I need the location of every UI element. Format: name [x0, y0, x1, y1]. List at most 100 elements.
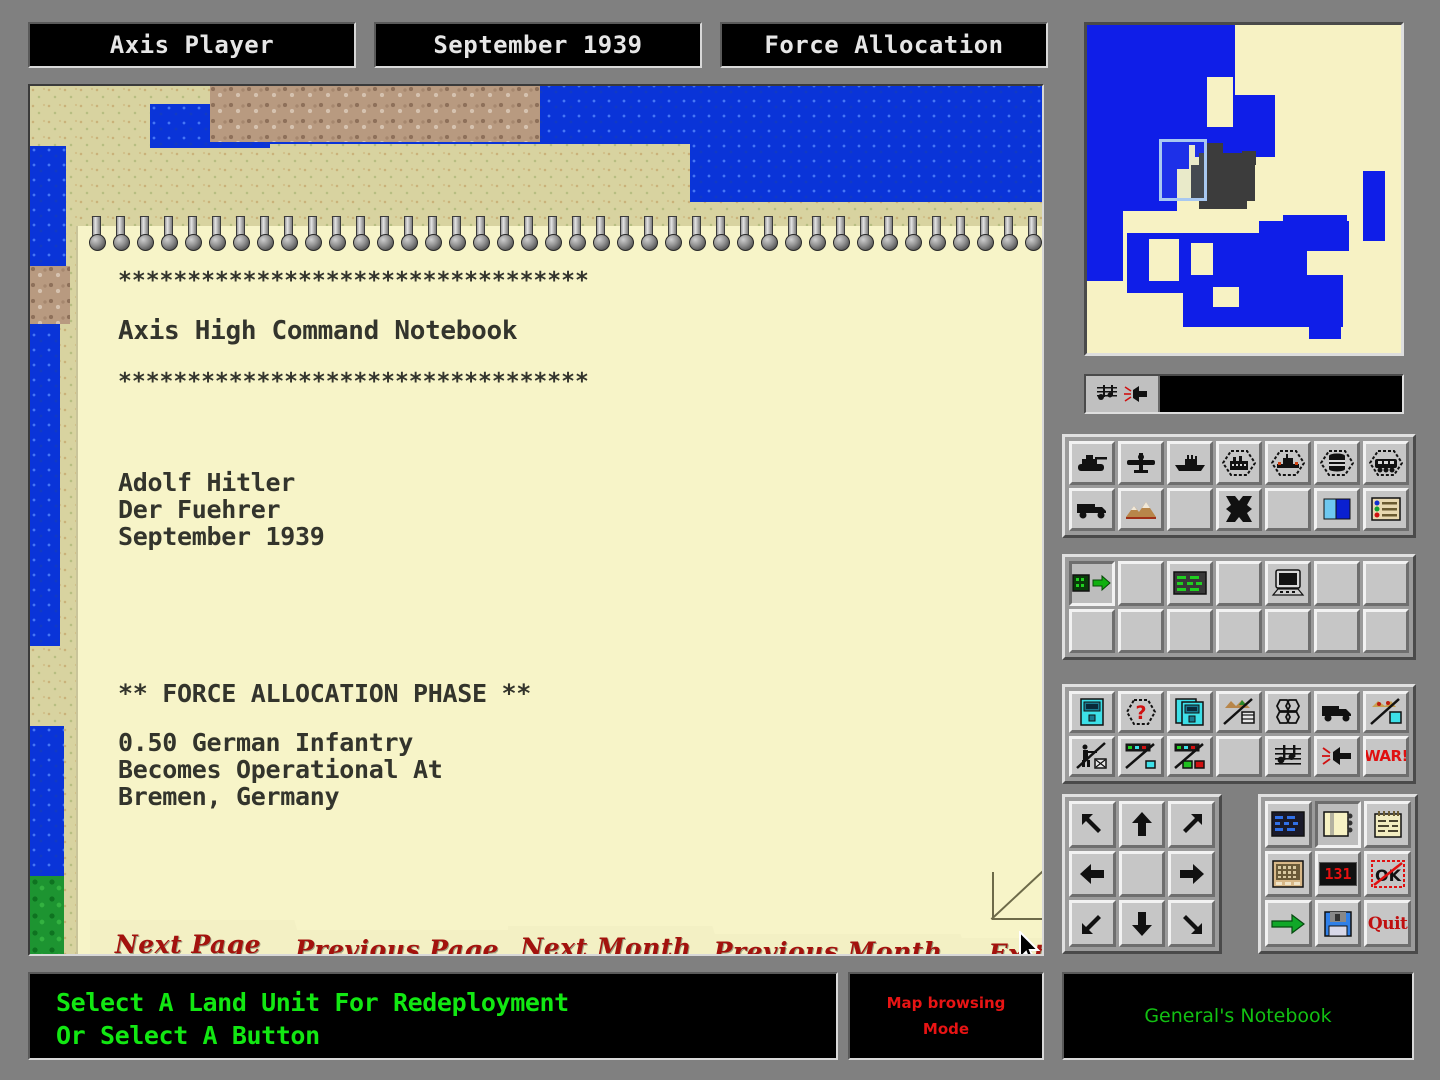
ship-icon[interactable]	[1167, 441, 1213, 485]
no-infantry-icon[interactable]	[1069, 736, 1115, 778]
notebook-rule-bottom: **********************************	[118, 367, 1016, 397]
war-button[interactable]: WAR!	[1363, 736, 1409, 778]
empty-cell	[1167, 488, 1213, 532]
scroll-south-button[interactable]	[1119, 900, 1166, 947]
minimap-sea	[1283, 215, 1347, 237]
port-hex-icon[interactable]	[1265, 441, 1311, 485]
no-bar-readout2-icon[interactable]	[1167, 736, 1213, 778]
help-hex-icon[interactable]: ?	[1118, 691, 1164, 733]
minimap-sea	[1363, 171, 1385, 241]
report-line-1: 0.50 German Infantry	[118, 729, 1016, 756]
readout-icon[interactable]	[1167, 561, 1213, 606]
hex-grid-icon[interactable]	[1265, 691, 1311, 733]
no-bar-readout-icon[interactable]	[1118, 736, 1164, 778]
notebook-text: ********************************** Axis …	[118, 266, 1016, 810]
computer-icon[interactable]	[1265, 561, 1311, 606]
save-game-icon[interactable]	[1315, 900, 1362, 947]
binding-ring	[878, 216, 902, 250]
binding-ring	[326, 216, 350, 250]
cancel-ok-icon[interactable]: OK	[1364, 851, 1411, 898]
signer-date: September 1939	[118, 523, 1016, 550]
terrain-sea	[690, 84, 1044, 202]
binding-ring	[662, 216, 686, 250]
next-page-tab[interactable]: Next Page	[90, 920, 286, 956]
music-note-icon[interactable]	[1265, 736, 1311, 778]
factory-hex-icon[interactable]	[1216, 441, 1262, 485]
rail-hex-icon[interactable]	[1363, 441, 1409, 485]
previous-page-tab[interactable]: Previous Page	[286, 930, 508, 956]
blue-readout-icon[interactable]	[1265, 801, 1312, 848]
music-note-icon[interactable]	[1095, 383, 1119, 405]
binding-ring	[542, 216, 566, 250]
binding-ring	[998, 216, 1022, 250]
quit-button[interactable]: Quit	[1364, 900, 1411, 947]
turn-counter-display[interactable]: 131	[1315, 851, 1362, 898]
next-turn-icon[interactable]	[1265, 900, 1312, 947]
next-month-tab-label: Next Month	[520, 933, 691, 957]
status-message-panel: Select A Land Unit For Redeployment Or S…	[28, 972, 838, 1060]
page-curl-corner[interactable]	[992, 872, 1044, 920]
binding-ring	[518, 216, 542, 250]
scroll-west-button[interactable]	[1069, 851, 1116, 898]
binding-ring	[470, 216, 494, 250]
iron-cross-icon[interactable]	[1216, 488, 1262, 532]
audio-status-bar	[1084, 374, 1404, 414]
quit-button-label: Quit	[1368, 914, 1407, 934]
signer-rank: Der Fuehrer	[118, 496, 1016, 523]
report-book-icon[interactable]	[1069, 691, 1115, 733]
map-viewport[interactable]: ********************************** Axis …	[28, 84, 1044, 956]
aircraft-icon[interactable]	[1118, 441, 1164, 485]
notes-page-icon[interactable]	[1364, 801, 1411, 848]
scroll-northwest-button[interactable]	[1069, 801, 1116, 848]
turn-counter-value: 131	[1319, 862, 1356, 886]
no-terrain-icon[interactable]	[1216, 691, 1262, 733]
previous-month-tab-label: Previous Month	[714, 937, 943, 957]
binding-ring	[974, 216, 998, 250]
no-resource-icon[interactable]	[1363, 691, 1409, 733]
notebook-rule-top: **********************************	[118, 266, 1016, 296]
binding-ring	[254, 216, 278, 250]
calendar-grid-icon[interactable]	[1265, 851, 1312, 898]
binding-ring	[758, 216, 782, 250]
empty-cell	[1363, 561, 1409, 606]
binding-ring	[710, 216, 734, 250]
audio-toggle-group[interactable]	[1086, 376, 1160, 412]
terrain-sea	[30, 316, 60, 646]
binding-ring	[134, 216, 158, 250]
binding-ring	[398, 216, 422, 250]
minimap-land	[1149, 239, 1179, 281]
speaker-icon[interactable]	[1123, 383, 1149, 405]
stacked-books-icon[interactable]	[1167, 691, 1213, 733]
flag-icon[interactable]	[1314, 488, 1360, 532]
scroll-southeast-button[interactable]	[1168, 900, 1215, 947]
next-month-tab[interactable]: Next Month	[508, 926, 704, 956]
empty-cell	[1119, 851, 1166, 898]
tank-icon[interactable]	[1069, 441, 1115, 485]
oil-hex-icon[interactable]	[1314, 441, 1360, 485]
empty-cell	[1265, 609, 1311, 654]
minimap-viewport-rect[interactable]	[1159, 139, 1207, 201]
unit-list-icon[interactable]	[1363, 488, 1409, 532]
previous-month-tab[interactable]: Previous Month	[704, 934, 952, 956]
notebook-icon[interactable]	[1315, 801, 1362, 848]
binding-ring	[158, 216, 182, 250]
mode-indicator-panel: Map browsing Mode	[848, 972, 1044, 1060]
binding-ring	[374, 216, 398, 250]
scroll-northeast-button[interactable]	[1168, 801, 1215, 848]
supply-truck-icon[interactable]	[1069, 488, 1115, 532]
exit-tab[interactable]: Exit	[952, 938, 1044, 956]
scroll-east-button[interactable]	[1168, 851, 1215, 898]
terrain-icon[interactable]	[1118, 488, 1164, 532]
header-bar: Axis Player September 1939 Force Allocat…	[28, 22, 1048, 68]
report-line-2: Becomes Operational At	[118, 756, 1016, 783]
empty-cell	[1069, 609, 1115, 654]
binding-ring	[278, 216, 302, 250]
empty-cell	[1216, 609, 1262, 654]
scroll-north-button[interactable]	[1119, 801, 1166, 848]
strategic-minimap[interactable]	[1084, 22, 1404, 356]
binding-ring	[494, 216, 518, 250]
move-unit-icon[interactable]	[1069, 561, 1115, 606]
truck-side-icon[interactable]	[1314, 691, 1360, 733]
speaker-icon[interactable]	[1314, 736, 1360, 778]
scroll-southwest-button[interactable]	[1069, 900, 1116, 947]
